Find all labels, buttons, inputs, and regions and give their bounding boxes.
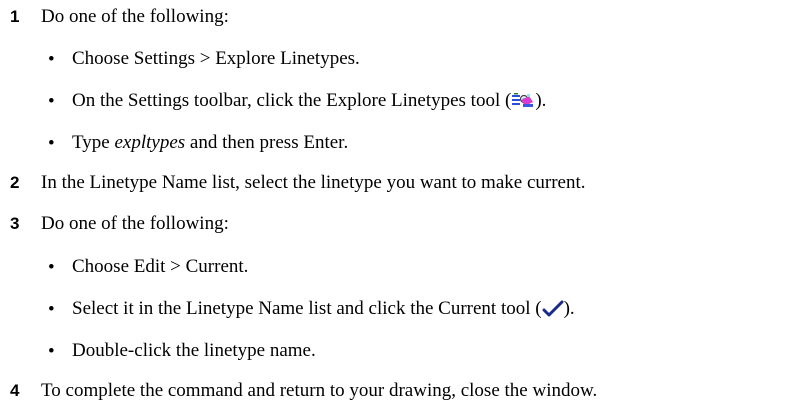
bullet-dot: • bbox=[48, 298, 55, 320]
bullet-text-after: ). bbox=[535, 90, 547, 111]
bullet-text: On the Settings toolbar, click the Explo… bbox=[72, 90, 546, 112]
bullet-text-after: ). bbox=[563, 298, 575, 319]
step-text: Do one of the following: bbox=[41, 213, 229, 234]
bullet-text-before: Type bbox=[72, 132, 115, 153]
step-3: 3 Do one of the following: bbox=[0, 208, 790, 240]
bullet-text: Double-click the linetype name. bbox=[72, 340, 316, 361]
bullet-text: Choose Settings > Explore Linetypes. bbox=[72, 48, 360, 69]
bullet-item: • Choose Edit > Current. bbox=[0, 251, 790, 283]
bullet-text-after: and then press Enter. bbox=[185, 132, 349, 153]
step-text: Do one of the following: bbox=[41, 6, 229, 27]
step-2: 2 In the Linetype Name list, select the … bbox=[0, 167, 790, 199]
bullet-text-before: On the Settings toolbar, click the Explo… bbox=[72, 90, 512, 111]
step-number: 4 bbox=[10, 381, 20, 400]
bullet-text: Choose Edit > Current. bbox=[72, 256, 249, 277]
step-number: 3 bbox=[10, 214, 20, 233]
explore-linetypes-icon bbox=[512, 93, 534, 107]
step-4: 4 To complete the command and return to … bbox=[0, 375, 790, 407]
bullet-dot: • bbox=[48, 340, 55, 362]
bullet-item: • Type expltypes and then press Enter. bbox=[0, 127, 790, 159]
bullet-item: • Double-click the linetype name. bbox=[0, 335, 790, 367]
bullet-dot: • bbox=[48, 48, 55, 70]
bullet-item: • Select it in the Linetype Name list an… bbox=[0, 293, 790, 325]
bullet-dot: • bbox=[48, 256, 55, 278]
bullet-text: Type expltypes and then press Enter. bbox=[72, 132, 348, 154]
step-number: 2 bbox=[10, 173, 20, 192]
bullet-item: • On the Settings toolbar, click the Exp… bbox=[0, 85, 790, 117]
checkmark-icon bbox=[542, 300, 564, 317]
bullet-text-before: Select it in the Linetype Name list and … bbox=[72, 298, 542, 319]
bullet-item: • Choose Settings > Explore Linetypes. bbox=[0, 43, 790, 75]
bullet-dot: • bbox=[48, 132, 55, 154]
step-text: To complete the command and return to yo… bbox=[41, 380, 598, 401]
step-text: In the Linetype Name list, select the li… bbox=[41, 172, 586, 193]
bullet-text: Select it in the Linetype Name list and … bbox=[72, 298, 575, 320]
step-number: 1 bbox=[10, 7, 20, 26]
command-name: expltypes bbox=[114, 132, 186, 153]
step-1: 1 Do one of the following: bbox=[0, 1, 790, 33]
bullet-dot: • bbox=[48, 90, 55, 112]
